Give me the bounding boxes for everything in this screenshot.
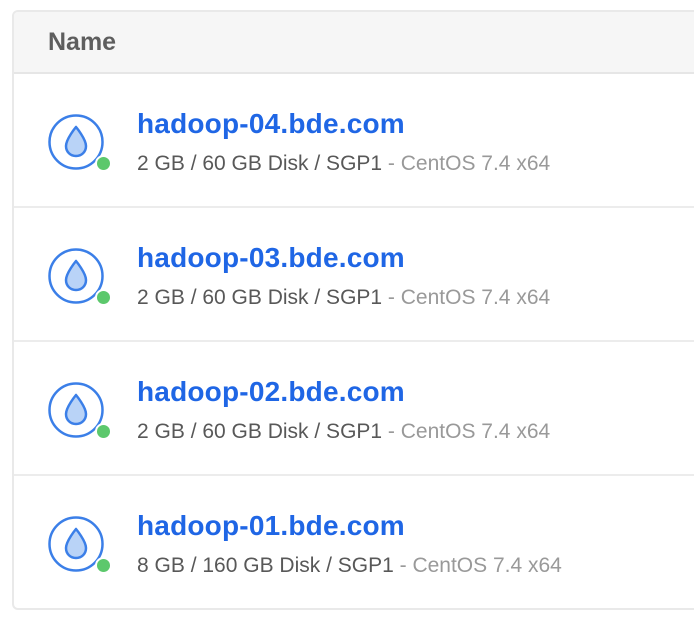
name-column-header[interactable]: Name — [48, 28, 116, 57]
droplet-meta: 2 GB / 60 GB Disk / SGP1 - CentOS 7.4 x6… — [137, 152, 550, 176]
droplet-specs: 8 GB / 160 GB Disk / SGP1 — [137, 554, 394, 577]
droplet-row[interactable]: hadoop-04.bde.com 2 GB / 60 GB Disk / SG… — [14, 74, 694, 208]
droplet-os: - CentOS 7.4 x64 — [393, 554, 562, 577]
droplet-meta: 2 GB / 60 GB Disk / SGP1 - CentOS 7.4 x6… — [137, 286, 550, 310]
droplet-row[interactable]: hadoop-02.bde.com 2 GB / 60 GB Disk / SG… — [14, 342, 694, 476]
droplet-row[interactable]: hadoop-03.bde.com 2 GB / 60 GB Disk / SG… — [14, 208, 694, 342]
droplet-list-panel: Name hadoop-04.bde.com 2 GB / 60 GB Disk… — [12, 10, 694, 610]
droplet-os: - CentOS 7.4 x64 — [382, 286, 551, 309]
droplet-name-link[interactable]: hadoop-03.bde.com — [137, 242, 405, 274]
droplet-name-link[interactable]: hadoop-02.bde.com — [137, 376, 405, 408]
status-active-dot — [95, 289, 112, 306]
droplet-meta: 8 GB / 160 GB Disk / SGP1 - CentOS 7.4 x… — [137, 554, 562, 578]
status-active-dot — [95, 557, 112, 574]
droplet-meta: 2 GB / 60 GB Disk / SGP1 - CentOS 7.4 x6… — [137, 420, 550, 444]
droplet-specs: 2 GB / 60 GB Disk / SGP1 — [137, 420, 383, 443]
droplet-row[interactable]: hadoop-01.bde.com 8 GB / 160 GB Disk / S… — [14, 476, 694, 608]
droplet-os: - CentOS 7.4 x64 — [382, 152, 551, 175]
droplet-specs: 2 GB / 60 GB Disk / SGP1 — [137, 152, 383, 175]
droplet-name-link[interactable]: hadoop-04.bde.com — [137, 108, 405, 140]
droplet-os: - CentOS 7.4 x64 — [382, 420, 551, 443]
droplet-rows: hadoop-04.bde.com 2 GB / 60 GB Disk / SG… — [14, 74, 694, 608]
status-active-dot — [95, 423, 112, 440]
droplet-name-link[interactable]: hadoop-01.bde.com — [137, 510, 405, 542]
droplet-specs: 2 GB / 60 GB Disk / SGP1 — [137, 286, 383, 309]
status-active-dot — [95, 155, 112, 172]
table-header: Name — [14, 12, 694, 74]
